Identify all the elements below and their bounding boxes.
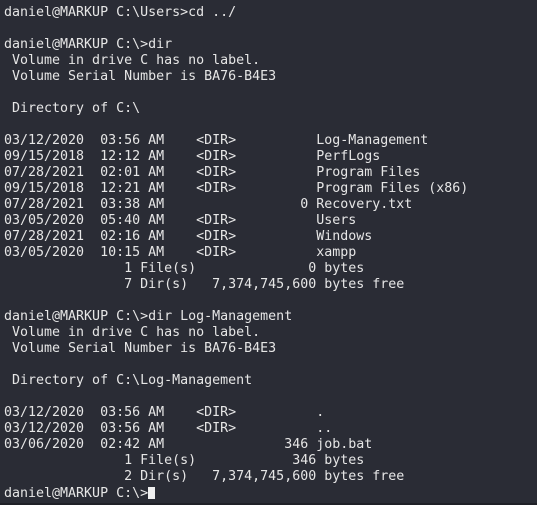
terminal-line: 03/06/2020 02:42 AM 346 job.bat bbox=[4, 437, 373, 452]
terminal-line: Directory of C:\Log-Management bbox=[4, 373, 253, 388]
terminal-line: 03/05/2020 10:15 AM <DIR> xampp bbox=[4, 245, 357, 260]
terminal-line: 1 File(s) 0 bytes bbox=[4, 261, 365, 276]
terminal-line: 03/12/2020 03:56 AM <DIR> Log-Management bbox=[4, 133, 429, 148]
terminal-line: Volume Serial Number is BA76-B4E3 bbox=[4, 69, 277, 84]
terminal-line: 7 Dir(s) 7,374,745,600 bytes free bbox=[4, 277, 405, 292]
terminal-line: 09/15/2018 12:21 AM <DIR> Program Files … bbox=[4, 181, 469, 196]
terminal-line: 09/15/2018 12:12 AM <DIR> PerfLogs bbox=[4, 149, 381, 164]
text-cursor bbox=[148, 487, 156, 499]
terminal-line: daniel@MARKUP C:\Users>cd ../ bbox=[4, 5, 237, 20]
terminal-line: 2 Dir(s) 7,374,745,600 bytes free bbox=[4, 469, 405, 484]
terminal-line: 07/28/2021 02:01 AM <DIR> Program Files bbox=[4, 165, 421, 180]
terminal-line: 03/12/2020 03:56 AM <DIR> .. bbox=[4, 421, 333, 436]
terminal-line: 1 File(s) 346 bytes bbox=[4, 453, 365, 468]
terminal-line: daniel@MARKUP C:\>dir bbox=[4, 37, 173, 52]
terminal-line: Directory of C:\ bbox=[4, 101, 141, 116]
current-prompt: daniel@MARKUP C:\> bbox=[4, 486, 149, 501]
terminal-line: Volume in drive C has no label. bbox=[4, 325, 261, 340]
terminal-line: 03/05/2020 05:40 AM <DIR> Users bbox=[4, 213, 357, 228]
terminal-line: Volume Serial Number is BA76-B4E3 bbox=[4, 341, 277, 356]
terminal-line: 03/12/2020 03:56 AM <DIR> . bbox=[4, 405, 325, 420]
terminal-output: daniel@MARKUP C:\Users>cd ../ daniel@MARK… bbox=[4, 5, 468, 485]
terminal-prompt-line[interactable]: daniel@MARKUP C:\> bbox=[4, 486, 156, 502]
terminal-line: daniel@MARKUP C:\>dir Log-Management bbox=[4, 309, 293, 324]
terminal-line: 07/28/2021 02:16 AM <DIR> Windows bbox=[4, 229, 373, 244]
terminal-line: Volume in drive C has no label. bbox=[4, 53, 261, 68]
terminal-line: 07/28/2021 03:38 AM 0 Recovery.txt bbox=[4, 197, 413, 212]
